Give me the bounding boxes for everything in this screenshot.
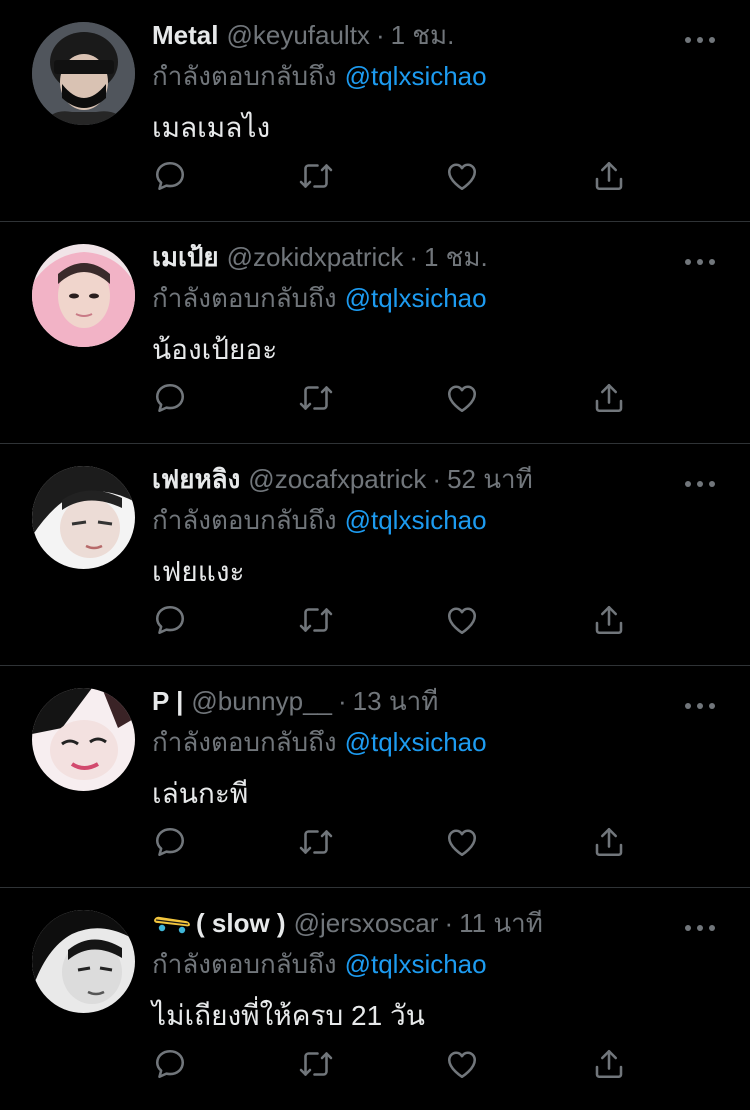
retweet-icon[interactable] — [298, 824, 334, 860]
skateboard-emoji — [152, 907, 192, 943]
more-dots-icon[interactable] — [684, 31, 716, 43]
tweet[interactable]: เมเป้ย @zokidxpatrick · 1 ชม. กำลังตอบกลับถ… — [0, 222, 750, 444]
reply-icon[interactable] — [152, 602, 188, 638]
tweet-actions — [0, 380, 750, 416]
replying-to: กำลังตอบกลับถึง @tqlxsichao — [152, 724, 487, 760]
retweet-icon[interactable] — [298, 602, 334, 638]
timestamp[interactable]: 11 นาที — [459, 908, 543, 938]
separator-dot: · — [338, 686, 347, 716]
reply-icon[interactable] — [152, 158, 188, 194]
retweet-icon[interactable] — [298, 158, 334, 194]
replying-to-label: กำลังตอบกลับถึง — [152, 61, 337, 91]
heart-icon[interactable] — [444, 158, 480, 194]
tweet[interactable]: ( slow ) @jersxoscar · 11 นาที กำลังตอบกลับ… — [0, 888, 750, 1110]
separator-dot: · — [432, 464, 442, 494]
tweet-header: ( slow ) @jersxoscar · 11 นาที — [152, 905, 543, 941]
tweet-header: เฟยหลิง @zocafxpatrick · 52 นาที — [152, 461, 533, 497]
retweet-icon[interactable] — [298, 380, 334, 416]
share-icon[interactable] — [591, 824, 627, 860]
more-dots-icon[interactable] — [684, 253, 716, 265]
tweet-actions — [0, 158, 750, 194]
tweet-actions — [0, 1046, 750, 1082]
tweet-text: ไม่เถียงพี่ให้ครบ 21 วัน — [152, 1000, 425, 1031]
tweet[interactable]: Metal @keyufaultx · 1 ชม. กำลังตอบกลับถึง @t… — [0, 0, 750, 222]
tweet-actions — [0, 602, 750, 638]
share-icon[interactable] — [591, 380, 627, 416]
tweet-text: เมลเมลไง — [152, 112, 271, 143]
tweet-text: เฟยแงะ — [152, 556, 245, 587]
avatar[interactable] — [32, 244, 135, 347]
replying-to: กำลังตอบกลับถึง @tqlxsichao — [152, 280, 487, 316]
separator-dot: · — [375, 20, 385, 50]
replying-to-label: กำลังตอบกลับถึง — [152, 283, 337, 313]
separator-dot: · — [409, 242, 418, 272]
display-name[interactable]: P | — [152, 686, 183, 716]
mention-link[interactable]: @tqlxsichao — [345, 505, 487, 535]
replying-to: กำลังตอบกลับถึง @tqlxsichao — [152, 58, 487, 94]
tweet-header: เมเป้ย @zokidxpatrick · 1 ชม. — [152, 239, 488, 275]
tweet-text: น้องเป้ยอะ — [152, 334, 278, 365]
heart-icon[interactable] — [444, 380, 480, 416]
share-icon[interactable] — [591, 158, 627, 194]
separator-dot: · — [444, 908, 454, 938]
share-icon[interactable] — [591, 1046, 627, 1082]
retweet-icon[interactable] — [298, 1046, 334, 1082]
replying-to: กำลังตอบกลับถึง @tqlxsichao — [152, 946, 487, 982]
timestamp[interactable]: 52 นาที — [447, 464, 533, 494]
avatar[interactable] — [32, 688, 135, 791]
mention-link[interactable]: @tqlxsichao — [345, 727, 487, 757]
mention-link[interactable]: @tqlxsichao — [345, 283, 487, 313]
display-name[interactable]: ( slow ) — [196, 908, 286, 938]
avatar[interactable] — [32, 22, 135, 125]
replying-to: กำลังตอบกลับถึง @tqlxsichao — [152, 502, 487, 538]
timestamp[interactable]: 13 นาที — [353, 686, 439, 716]
timestamp[interactable]: 1 ชม. — [391, 20, 455, 50]
reply-icon[interactable] — [152, 1046, 188, 1082]
mention-link[interactable]: @tqlxsichao — [345, 949, 487, 979]
user-handle[interactable]: @zocafxpatrick — [248, 464, 426, 494]
tweet-header: P | @bunnyp__ · 13 นาที — [152, 683, 438, 719]
user-handle[interactable]: @bunnyp__ — [191, 686, 332, 716]
more-dots-icon[interactable] — [684, 475, 716, 487]
tweet-header: Metal @keyufaultx · 1 ชม. — [152, 17, 454, 53]
timestamp[interactable]: 1 ชม. — [424, 242, 488, 272]
share-icon[interactable] — [591, 602, 627, 638]
replying-to-label: กำลังตอบกลับถึง — [152, 505, 337, 535]
heart-icon[interactable] — [444, 824, 480, 860]
heart-icon[interactable] — [444, 1046, 480, 1082]
tweet[interactable]: เฟยหลิง @zocafxpatrick · 52 นาที กำลังตอบกล… — [0, 444, 750, 666]
reply-icon[interactable] — [152, 380, 188, 416]
replying-to-label: กำลังตอบกลับถึง — [152, 727, 337, 757]
replying-to-label: กำลังตอบกลับถึง — [152, 949, 337, 979]
display-name[interactable]: เมเป้ย — [152, 242, 219, 272]
more-dots-icon[interactable] — [684, 697, 716, 709]
more-dots-icon[interactable] — [684, 919, 716, 931]
avatar[interactable] — [32, 910, 135, 1013]
user-handle[interactable]: @keyufaultx — [226, 20, 369, 50]
heart-icon[interactable] — [444, 602, 480, 638]
user-handle[interactable]: @jersxoscar — [294, 908, 439, 938]
reply-icon[interactable] — [152, 824, 188, 860]
tweet-actions — [0, 824, 750, 860]
tweet-text: เล่นกะพี — [152, 778, 249, 809]
display-name[interactable]: Metal — [152, 20, 218, 50]
mention-link[interactable]: @tqlxsichao — [345, 61, 487, 91]
display-name[interactable]: เฟยหลิง — [152, 464, 240, 494]
user-handle[interactable]: @zokidxpatrick — [227, 242, 404, 272]
tweet[interactable]: P | @bunnyp__ · 13 นาที กำลังตอบกลับถึง @tql… — [0, 666, 750, 888]
avatar[interactable] — [32, 466, 135, 569]
